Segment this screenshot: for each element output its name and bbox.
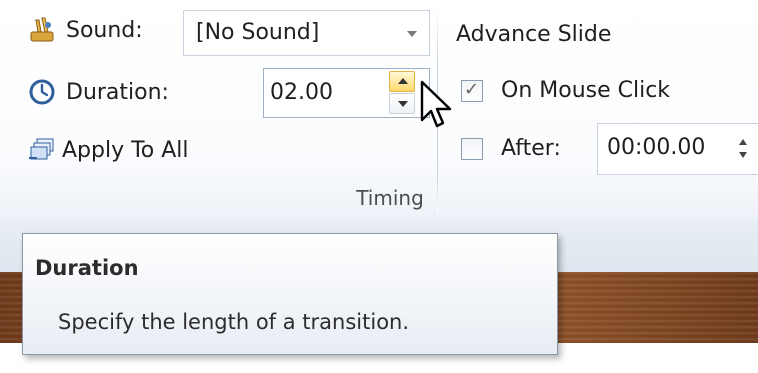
checkmark-icon: ✓ [464, 78, 480, 100]
after-increase-icon[interactable] [739, 139, 747, 145]
tooltip-body: Specify the length of a transition. [58, 310, 410, 334]
duration-label: Duration: [66, 79, 169, 105]
advance-slide-label: Advance Slide [456, 22, 612, 47]
duration-row: Duration: [28, 78, 169, 106]
arrow-down-icon [398, 101, 408, 107]
sound-dropdown[interactable]: [No Sound] [183, 10, 430, 56]
after-checkbox[interactable] [461, 137, 483, 160]
advance-slide-heading: Advance Slide [456, 22, 611, 47]
chevron-down-icon[interactable] [407, 31, 417, 37]
tooltip-title: Duration [35, 256, 139, 280]
sound-icon [28, 16, 56, 44]
on-mouse-click-checkbox[interactable]: ✓ [461, 78, 483, 102]
apply-to-all-icon [28, 136, 56, 164]
after-label: After: [501, 136, 561, 161]
sound-row: Sound: [28, 16, 143, 44]
duration-spinner[interactable]: 02.00 [263, 68, 430, 118]
duration-decrease-button[interactable] [389, 93, 415, 114]
sound-label: Sound: [66, 17, 143, 43]
arrow-up-icon [398, 78, 408, 84]
sound-value: [No Sound] [196, 20, 320, 45]
duration-increase-button[interactable] [389, 71, 415, 92]
on-mouse-click-label: On Mouse Click [501, 78, 671, 103]
clock-icon [28, 78, 56, 106]
apply-to-all-label: Apply To All [62, 137, 189, 163]
duration-spin-buttons [389, 71, 415, 115]
group-label-timing: Timing [356, 186, 424, 210]
apply-to-all-button[interactable]: Apply To All [28, 136, 189, 164]
after-spinner[interactable]: 00:00.00 [597, 123, 758, 175]
after-row: After: [461, 136, 561, 161]
after-decrease-icon[interactable] [739, 152, 747, 158]
after-value[interactable]: 00:00.00 [607, 135, 705, 160]
on-mouse-click-row[interactable]: ✓ On Mouse Click [461, 78, 670, 103]
duration-tooltip: Duration Specify the length of a transit… [22, 233, 558, 355]
duration-value[interactable]: 02.00 [270, 80, 333, 105]
mouse-pointer-icon [420, 80, 452, 128]
